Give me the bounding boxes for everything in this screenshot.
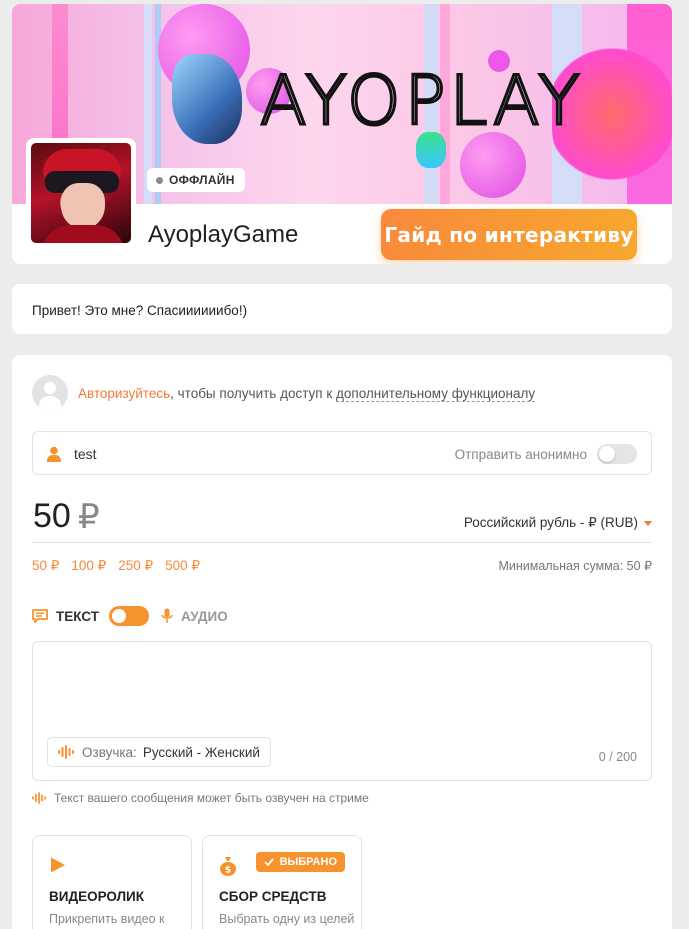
microphone-icon [161, 608, 173, 623]
selected-badge-label: ВЫБРАНО [279, 856, 337, 868]
channel-name: AyoplayGame [148, 221, 299, 248]
login-link[interactable]: Авторизуйтесь [78, 386, 170, 401]
min-amount: Минимальная сумма: 50 ₽ [498, 559, 652, 573]
profile-card: AYOPLAY ОФФЛАЙН AyoplayGame Гайд по инте… [12, 4, 672, 264]
anonymous-label: Отправить анонимно [454, 447, 587, 462]
sender-name-field[interactable]: test Отправить анонимно [32, 431, 652, 475]
sound-wave-icon [58, 745, 74, 759]
currency-select-value: Российский рубль - ₽ (RUB) [463, 515, 638, 530]
char-counter: 0 / 200 [598, 750, 637, 764]
channel-avatar [26, 138, 136, 248]
quick-amount-button[interactable]: 100 ₽ [71, 558, 106, 574]
voice-label: Озвучка: [82, 744, 137, 760]
banner-logo: AYOPLAY [259, 61, 584, 143]
feature-description: Выбрать одну из целей [219, 912, 355, 926]
currency-select[interactable]: Российский рубль - ₽ (RUB) [464, 515, 652, 531]
text-message-icon [32, 609, 48, 623]
status-badge: ОФФЛАЙН [147, 168, 245, 192]
selected-badge: ВЫБРАНО [255, 852, 345, 872]
quick-amount-button[interactable]: 50 ₽ [32, 558, 59, 574]
user-icon [47, 446, 61, 462]
auth-middle-text: , чтобы получить доступ к [170, 385, 337, 401]
streamer-greeting: Привет! Это мне? Спасиииииибо!) [32, 303, 248, 318]
auth-text: Авторизуйтесь, чтобы получить доступ к д… [78, 385, 536, 402]
feature-video-card[interactable]: ВИДЕОРОЛИК Прикрепить видео к [32, 835, 192, 929]
anonymous-toggle[interactable] [597, 444, 637, 464]
text-mode-label[interactable]: ТЕКСТ [56, 609, 99, 624]
feature-title: ВИДЕОРОЛИК [49, 889, 144, 904]
message-mode-row: ТЕКСТ АУДИО [32, 605, 228, 627]
money-bag-icon: $ [220, 857, 236, 876]
feature-title: СБОР СРЕДСТВ [219, 889, 327, 904]
voice-hint: Текст вашего сообщения может быть озвуче… [32, 791, 369, 805]
voice-select[interactable]: Озвучка: Русский - Женский [47, 737, 271, 767]
play-icon [51, 857, 65, 873]
sender-name-value: test [74, 446, 97, 462]
donation-form: Авторизуйтесь, чтобы получить доступ к д… [12, 355, 672, 929]
feature-fundraising-card[interactable]: $ ВЫБРАНО СБОР СРЕДСТВ Выбрать одну из ц… [202, 835, 362, 929]
amount-currency-symbol: ₽ [78, 498, 100, 536]
text-audio-toggle[interactable] [108, 606, 149, 626]
feature-description: Прикрепить видео к [49, 912, 165, 926]
streamer-message-card: Привет! Это мне? Спасиииииибо!) [12, 284, 672, 334]
chevron-down-icon [644, 520, 652, 526]
sound-wave-icon [32, 792, 46, 804]
quick-amount-button[interactable]: 500 ₽ [165, 558, 200, 574]
message-textarea[interactable]: Озвучка: Русский - Женский 0 / 200 [32, 641, 652, 781]
guest-avatar-icon [32, 375, 68, 411]
amount-input[interactable]: 50 [33, 497, 71, 536]
voice-value: Русский - Женский [142, 744, 260, 760]
voice-hint-text: Текст вашего сообщения может быть озвуче… [54, 791, 369, 805]
guide-button[interactable]: Гайд по интерактиву [381, 209, 637, 260]
auth-row: Авторизуйтесь, чтобы получить доступ к д… [32, 375, 536, 411]
extra-features-link[interactable]: дополнительному функционалу [336, 385, 536, 402]
check-icon [263, 858, 274, 866]
quick-amounts: 50 ₽ 100 ₽ 250 ₽ 500 ₽ [32, 558, 200, 574]
quick-amount-button[interactable]: 250 ₽ [118, 558, 153, 574]
svg-text:$: $ [225, 866, 231, 876]
audio-mode-label[interactable]: АУДИО [181, 609, 228, 624]
amount-row: 50 ₽ Российский рубль - ₽ (RUB) [32, 493, 652, 543]
